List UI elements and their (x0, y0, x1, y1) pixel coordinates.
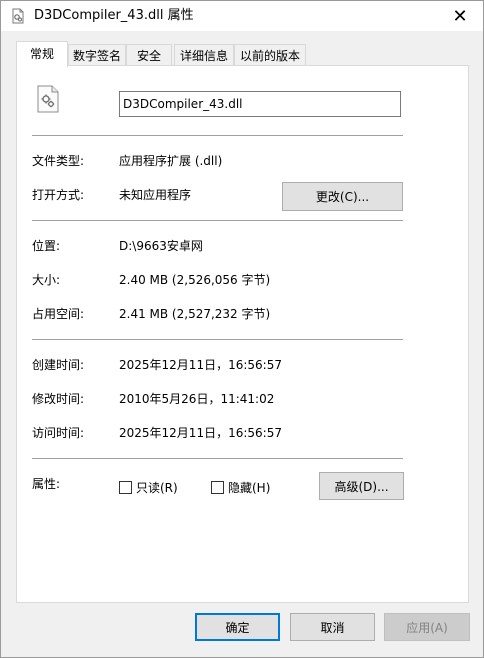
hidden-checkbox-box[interactable] (211, 481, 224, 494)
file-type-label: 文件类型: (32, 154, 85, 168)
advanced-button[interactable]: 高级(D)... (319, 472, 404, 500)
tab-digital-signatures[interactable]: 数字签名 (68, 44, 126, 65)
file-name-input[interactable] (119, 91, 401, 117)
tab-previous-versions[interactable]: 以前的版本 (234, 44, 306, 65)
attributes-label: 属性: (32, 477, 61, 491)
size-on-disk-label: 占用空间: (32, 307, 85, 321)
separator (32, 220, 403, 221)
tab-details[interactable]: 详细信息 (174, 44, 234, 65)
properties-dialog: D3DCompiler_43.dll 属性 ✕ 常规 数字签名 安全 详细信息 … (0, 0, 484, 658)
tab-security[interactable]: 安全 (126, 44, 172, 65)
general-tab-panel: 文件类型: 应用程序扩展 (.dll) 打开方式: 未知应用程序 更改(C)..… (16, 65, 469, 603)
opens-with-label: 打开方式: (32, 188, 85, 202)
tab-previous-versions-label: 以前的版本 (239, 49, 300, 63)
readonly-checkbox[interactable]: 只读(R) (119, 479, 178, 496)
dll-file-gear-icon (37, 85, 59, 113)
modified-value: 2010年5月26日，11:41:02 (119, 392, 275, 406)
readonly-checkbox-box[interactable] (119, 481, 132, 494)
file-type-value: 应用程序扩展 (.dll) (119, 154, 223, 168)
accessed-value: 2025年12月11日，16:56:57 (119, 426, 282, 440)
close-button[interactable]: ✕ (437, 1, 483, 31)
title-bar: D3DCompiler_43.dll 属性 ✕ (1, 1, 483, 31)
size-on-disk-value: 2.41 MB (2,527,232 字节) (119, 307, 271, 321)
ok-button[interactable]: 确定 (195, 613, 280, 641)
size-label: 大小: (32, 273, 61, 287)
tab-details-label: 详细信息 (179, 49, 228, 63)
hidden-label: 隐藏(H) (228, 481, 271, 495)
opens-with-value: 未知应用程序 (119, 188, 192, 202)
created-value: 2025年12月11日，16:56:57 (119, 358, 282, 372)
accessed-label: 访问时间: (32, 426, 85, 440)
apply-button[interactable]: 应用(A) (384, 613, 470, 641)
window-title: D3DCompiler_43.dll 属性 (34, 8, 194, 23)
tab-digital-signatures-label: 数字签名 (72, 49, 121, 63)
separator (32, 135, 403, 136)
close-icon: ✕ (452, 5, 468, 27)
separator (32, 339, 403, 340)
readonly-label: 只读(R) (136, 481, 178, 495)
created-label: 创建时间: (32, 358, 85, 372)
hidden-checkbox[interactable]: 隐藏(H) (211, 479, 270, 496)
cancel-button[interactable]: 取消 (290, 613, 375, 641)
tab-general[interactable]: 常规 (16, 41, 68, 67)
change-button[interactable]: 更改(C)... (282, 182, 403, 211)
modified-label: 修改时间: (32, 392, 85, 406)
tab-general-label: 常规 (29, 47, 54, 61)
location-label: 位置: (32, 239, 61, 253)
size-value: 2.40 MB (2,526,056 字节) (119, 273, 271, 287)
location-value: D:\9663安卓网 (119, 239, 203, 253)
tab-security-label: 安全 (136, 49, 161, 63)
dll-file-icon (12, 8, 24, 24)
separator (32, 458, 403, 459)
